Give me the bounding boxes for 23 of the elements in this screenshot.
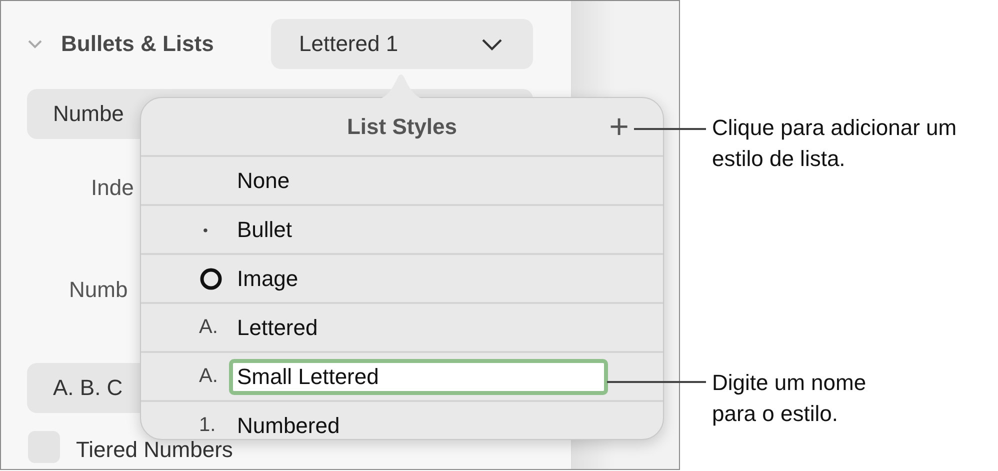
chevron-icon xyxy=(481,38,503,50)
list-marker: A. xyxy=(199,316,218,339)
indent-label: Inde xyxy=(91,175,134,201)
list-style-item[interactable]: Image xyxy=(237,266,298,292)
list-marker: A. xyxy=(199,365,218,388)
callout-text: Clique para adicionar um estilo de lista. xyxy=(712,114,958,173)
number-label: Numb xyxy=(69,277,128,303)
list-style-item[interactable]: Numbered xyxy=(237,412,340,438)
add-button[interactable]: + xyxy=(609,110,629,144)
list-style-item[interactable]: Lettered xyxy=(237,314,318,340)
style-dropdown[interactable]: Lettered 1 xyxy=(271,19,533,69)
leader-line xyxy=(634,128,706,130)
list-style-item[interactable]: None xyxy=(237,168,290,194)
popover-title: List Styles xyxy=(346,114,458,140)
section-title: Bullets & Lists xyxy=(61,31,215,57)
name-field[interactable]: Small Lettered xyxy=(229,358,608,394)
chevron-icon[interactable] xyxy=(27,39,43,49)
callout-text: Digite um nome para o estilo. xyxy=(712,369,868,428)
list-style-item[interactable]: Bullet xyxy=(237,216,292,242)
circle-icon xyxy=(199,266,223,290)
list-marker: 1. xyxy=(199,414,216,437)
list-marker: • xyxy=(203,222,208,238)
checkbox-label: Tiered Numbers xyxy=(76,437,233,463)
